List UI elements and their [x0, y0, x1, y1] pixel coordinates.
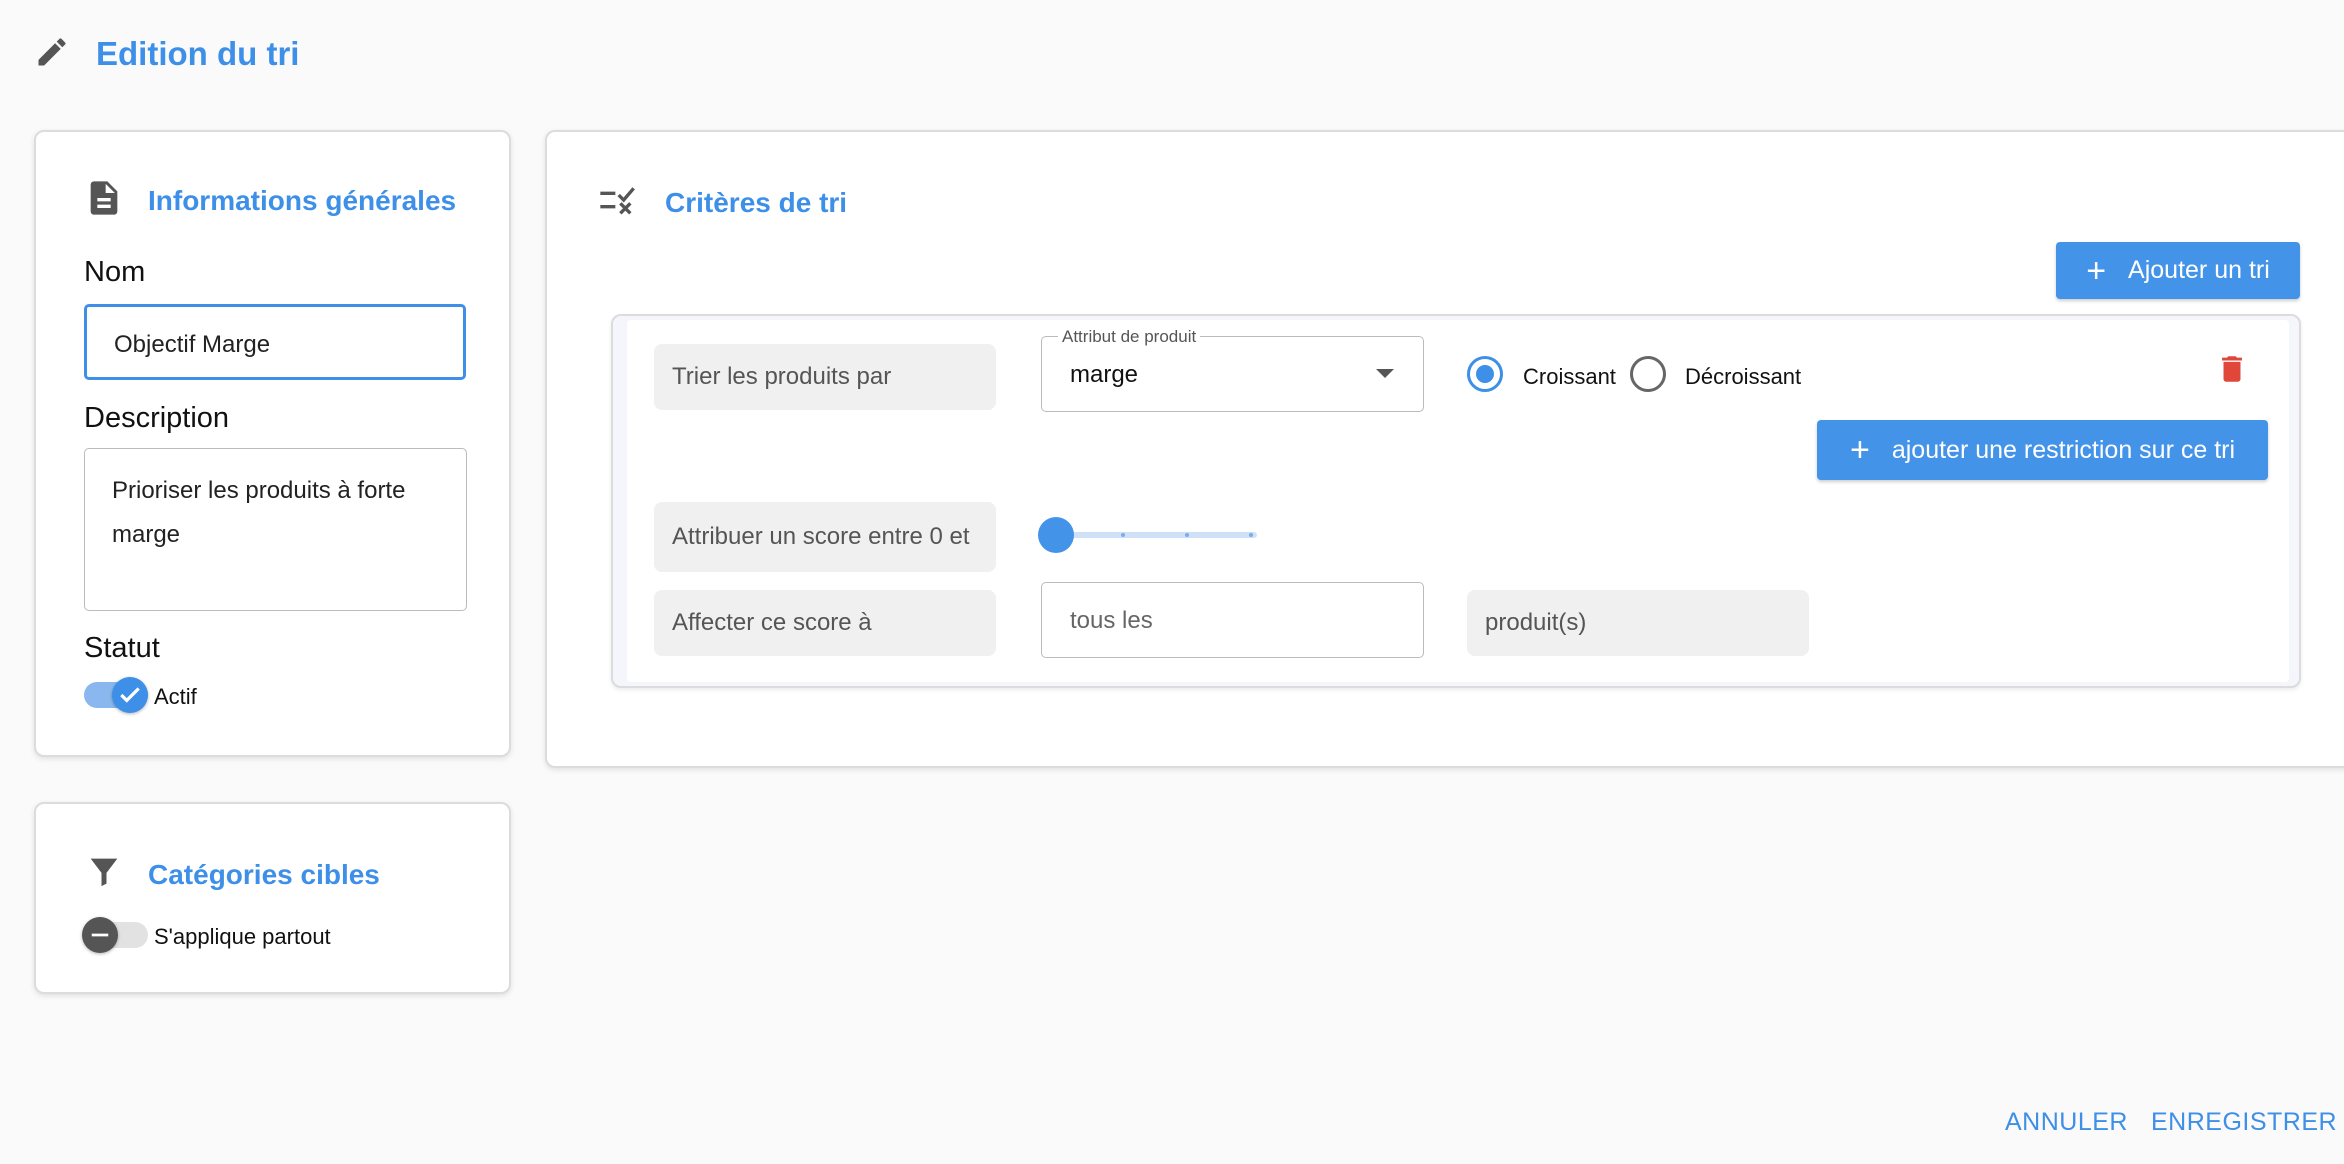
plus-icon: + [1849, 431, 1870, 469]
categories-toggle-knob[interactable] [82, 917, 118, 953]
status-label: Statut [84, 632, 160, 664]
criteria-header: Critères de tri [597, 180, 847, 225]
criteria-card: Critères de tri + Ajouter un tri Trier l… [545, 130, 2344, 768]
document-icon [84, 178, 124, 223]
add-sort-button[interactable]: + Ajouter un tri [2056, 242, 2300, 299]
page-title: Edition du tri [96, 35, 300, 72]
products-label: produit(s) [1467, 590, 1809, 656]
trash-icon[interactable] [2215, 350, 2249, 393]
radio-croissant[interactable] [1467, 356, 1503, 392]
attribute-select-value: marge [1070, 361, 1139, 388]
general-info-header: Informations générales [84, 178, 456, 223]
radio-croissant-dot [1476, 365, 1494, 383]
cancel-button[interactable]: ANNULER [2005, 1108, 2128, 1137]
assign-label: Affecter ce score à [654, 590, 996, 656]
assign-input[interactable]: tous les [1041, 582, 1424, 658]
add-sort-button-label: Ajouter un tri [2128, 256, 2270, 284]
categories-toggle-label: S'applique partout [154, 924, 331, 949]
target-categories-title: Catégories cibles [148, 858, 380, 890]
plus-icon: + [2086, 251, 2107, 290]
filter-icon [84, 852, 124, 897]
description-label: Description [84, 402, 230, 434]
slider-tick [1249, 533, 1253, 537]
score-label: Attribuer un score entre 0 et [654, 502, 996, 572]
attribute-select[interactable]: Attribut de produit marge [1041, 327, 1424, 412]
target-categories-header: Catégories cibles [84, 852, 380, 897]
slider-tick [1121, 533, 1125, 537]
pencil-icon [34, 34, 70, 75]
criteria-title: Critères de tri [665, 186, 848, 218]
general-info-title: Informations générales [148, 184, 457, 216]
sort-by-label: Trier les produits par [654, 344, 996, 410]
name-label: Nom [84, 256, 146, 288]
minus-icon [91, 933, 109, 937]
dropdown-arrow-icon [1376, 369, 1394, 378]
name-input[interactable]: Objectif Marge [84, 304, 466, 380]
checklist-icon [597, 180, 637, 225]
score-slider-track[interactable] [1057, 532, 1257, 538]
radio-decroissant-label: Décroissant [1685, 364, 1802, 389]
add-restriction-button-label: ajouter une restriction sur ce tri [1891, 435, 2236, 464]
target-categories-card: Catégories cibles S'applique partout [34, 802, 511, 994]
radio-decroissant[interactable] [1630, 356, 1666, 392]
check-icon [120, 687, 140, 703]
status-toggle-label: Actif [154, 684, 197, 709]
attribute-select-label: Attribut de produit [1058, 327, 1201, 347]
save-button[interactable]: ENREGISTRER [2151, 1108, 2337, 1137]
status-toggle-knob[interactable] [112, 677, 148, 713]
slider-tick [1185, 533, 1189, 537]
add-restriction-button[interactable]: + ajouter une restriction sur ce tri [1817, 420, 2268, 480]
general-info-card: Informations générales Nom Objectif Marg… [34, 130, 511, 757]
score-slider-thumb[interactable] [1038, 517, 1074, 553]
radio-croissant-label: Croissant [1523, 364, 1616, 389]
page-header: Edition du tri [34, 30, 299, 78]
description-textarea[interactable]: Prioriser les produits à forte marge [84, 448, 467, 611]
